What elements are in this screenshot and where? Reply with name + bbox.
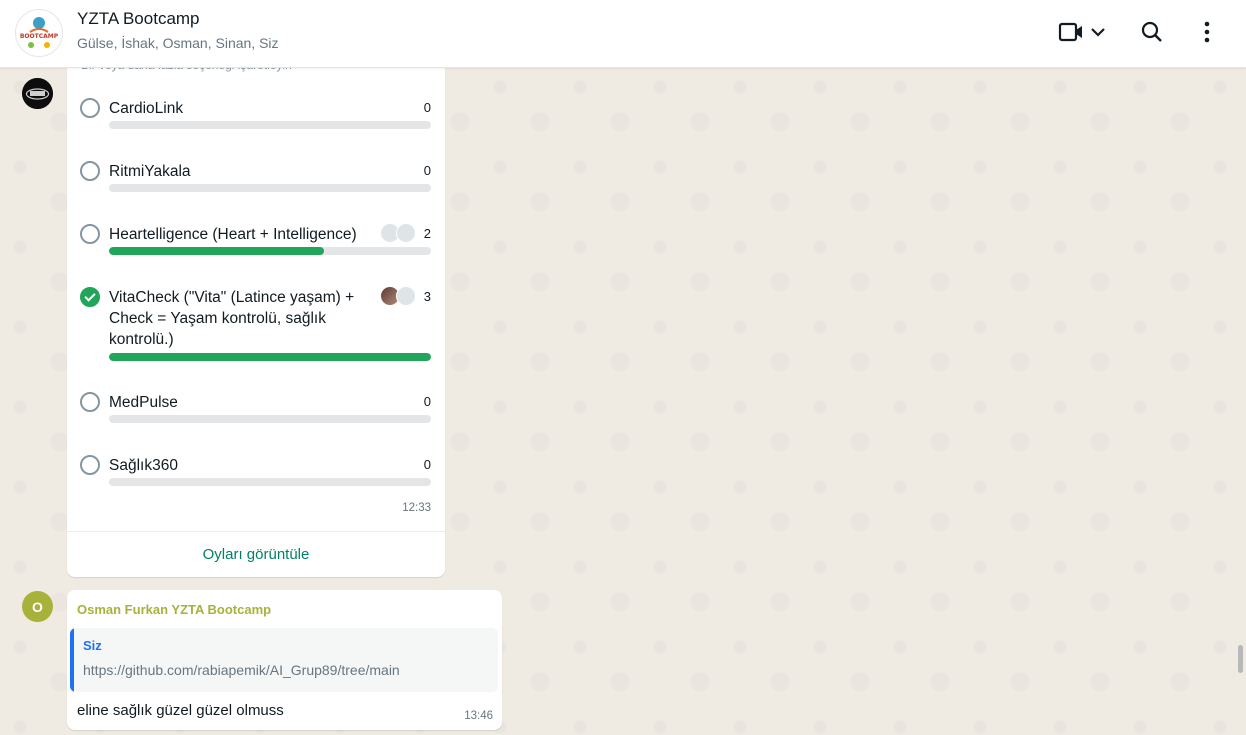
chat-scrollbar[interactable] bbox=[1238, 645, 1243, 673]
menu-button[interactable] bbox=[1192, 16, 1222, 48]
poll-option-label: MedPulse bbox=[109, 394, 178, 411]
poll-timestamp: 12:33 bbox=[402, 502, 431, 514]
quoted-message[interactable]: Siz https://github.com/rabiapemik/AI_Gru… bbox=[70, 628, 498, 692]
radio-checked-icon[interactable] bbox=[80, 287, 100, 307]
poll-progress-bar bbox=[109, 478, 431, 486]
radio-unchecked-icon[interactable] bbox=[80, 161, 100, 181]
menu-icon bbox=[1204, 21, 1210, 43]
voter-avatar-icon bbox=[396, 223, 416, 243]
message-sender-name[interactable]: Osman Furkan YZTA Bootcamp bbox=[77, 602, 271, 617]
view-votes-button[interactable]: Oyları görüntüle bbox=[67, 532, 445, 577]
chat-message[interactable]: Osman Furkan YZTA Bootcamp Siz https://g… bbox=[67, 590, 502, 730]
poll-option-label: Sağlık360 bbox=[109, 457, 178, 474]
poll-progress-fill bbox=[109, 353, 431, 361]
radio-unchecked-icon[interactable] bbox=[80, 224, 100, 244]
quote-author: Siz bbox=[83, 638, 102, 653]
poll-option-label: CardioLink bbox=[109, 100, 184, 117]
sender-avatar[interactable]: O bbox=[22, 591, 53, 622]
group-title[interactable]: YZTA Bootcamp bbox=[77, 9, 200, 29]
poll-option-count: 0 bbox=[423, 163, 431, 178]
quote-text: https://github.com/rabiapemik/AI_Grup89/… bbox=[83, 662, 400, 678]
poll-option-count: 3 bbox=[423, 289, 431, 304]
poll-option-label: RitmiYakala bbox=[109, 163, 191, 180]
poll-progress-bar bbox=[109, 415, 431, 423]
search-button[interactable] bbox=[1136, 16, 1168, 48]
radio-unchecked-icon[interactable] bbox=[80, 455, 100, 475]
poll-option-count: 0 bbox=[423, 100, 431, 115]
voter-avatars[interactable] bbox=[380, 223, 416, 243]
poll-message: Bir veya daha fazla seçeneği işaretleyin… bbox=[67, 50, 445, 577]
poll-progress-bar bbox=[109, 247, 431, 255]
avatar-logo-icon bbox=[22, 78, 53, 109]
group-avatar[interactable]: BOOTCAMP bbox=[15, 9, 63, 57]
search-icon bbox=[1141, 21, 1162, 42]
video-call-button[interactable] bbox=[1056, 16, 1110, 48]
poll-option-count: 0 bbox=[423, 394, 431, 409]
quote-accent-bar bbox=[70, 628, 74, 692]
poll-progress-bar bbox=[109, 353, 431, 361]
radio-unchecked-icon[interactable] bbox=[80, 98, 100, 118]
voter-avatars[interactable] bbox=[380, 286, 416, 306]
poll-option-count: 0 bbox=[423, 457, 431, 472]
voter-avatar-icon bbox=[396, 286, 416, 306]
group-members: Gülse, İshak, Osman, Sinan, Siz bbox=[77, 35, 279, 51]
chat-header[interactable]: BOOTCAMP YZTA Bootcamp Gülse, İshak, Osm… bbox=[0, 0, 1246, 68]
poll-progress-fill bbox=[109, 247, 324, 255]
poll-sender-avatar[interactable] bbox=[22, 78, 53, 109]
poll-option-label: Heartelligence (Heart + Intelligence) bbox=[109, 226, 357, 243]
message-timestamp: 13:46 bbox=[464, 710, 493, 722]
svg-text:BOOTCAMP: BOOTCAMP bbox=[20, 33, 59, 40]
poll-progress-bar bbox=[109, 121, 431, 129]
poll-progress-bar bbox=[109, 184, 431, 192]
bootcamp-logo-icon: BOOTCAMP bbox=[17, 11, 61, 55]
poll-option-count: 2 bbox=[423, 226, 431, 241]
radio-unchecked-icon[interactable] bbox=[80, 392, 100, 412]
video-call-icon bbox=[1058, 22, 1105, 42]
poll-option-label: VitaCheck ("Vita" (Latince yaşam) + Chec… bbox=[109, 289, 355, 348]
message-text: eline sağlık güzel güzel olmuss bbox=[77, 702, 284, 719]
